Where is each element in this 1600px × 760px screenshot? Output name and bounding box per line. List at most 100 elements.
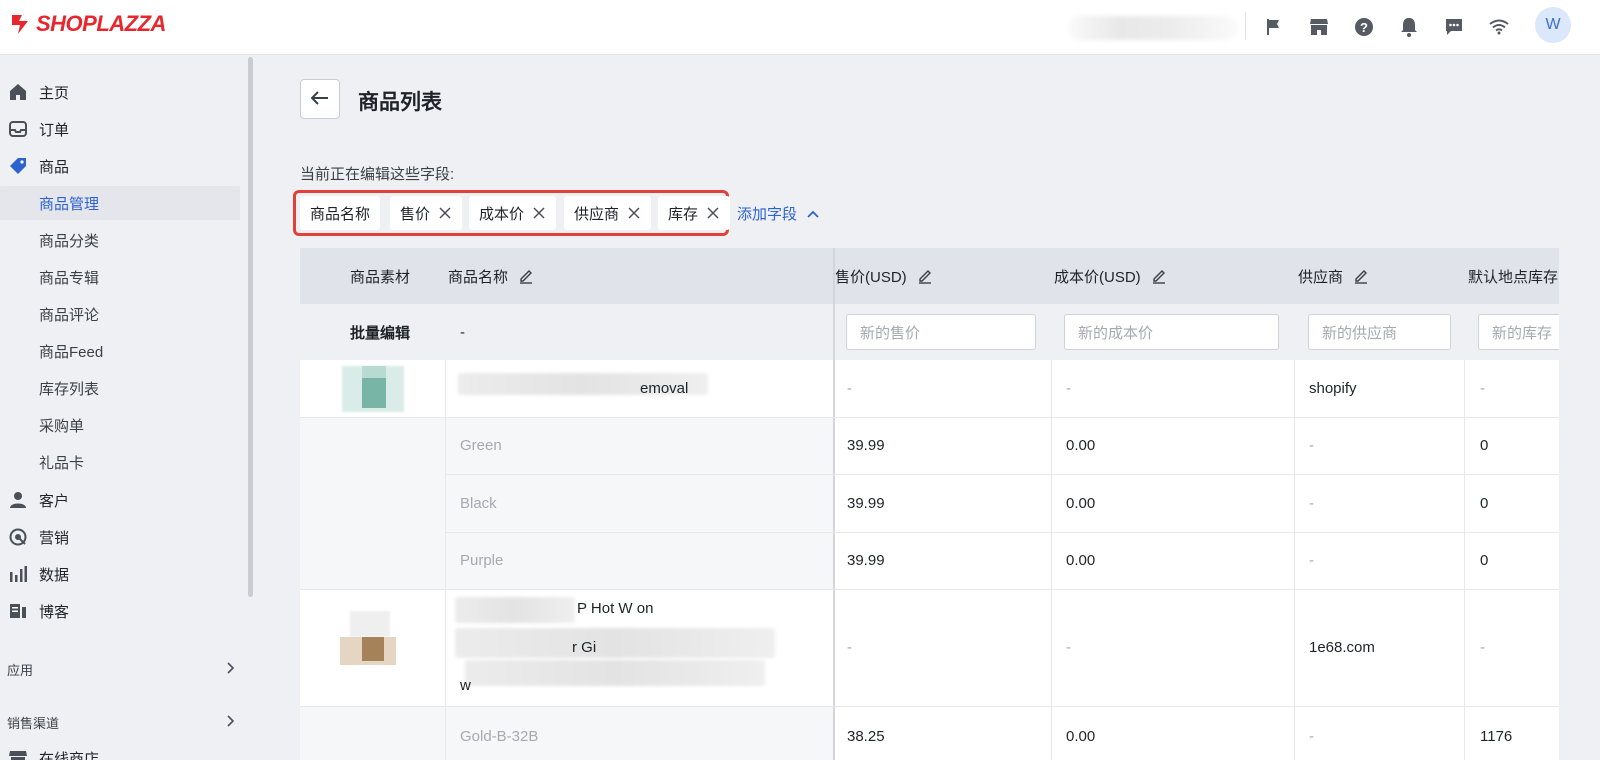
row-price[interactable]: 39.99 <box>847 532 885 589</box>
row-cost[interactable]: 0.00 <box>1066 417 1095 474</box>
row-vendor[interactable]: - <box>1309 417 1314 474</box>
row-cost[interactable]: - <box>1066 360 1071 417</box>
col-divider <box>1294 360 1295 760</box>
sidebar-section-apps[interactable]: 应用 <box>7 654 235 684</box>
row-stock[interactable]: 0 <box>1480 417 1488 474</box>
sidebar-item-blog[interactable]: 博客 <box>0 594 240 628</box>
row-stock[interactable]: - <box>1480 360 1485 417</box>
wifi-icon[interactable] <box>1485 13 1513 41</box>
shoplazza-logo[interactable]: SHOPLAZZA <box>8 11 166 37</box>
row-stock[interactable]: 1176 <box>1480 706 1512 760</box>
batch-name-value: - <box>460 323 465 341</box>
sidebar-scrollbar[interactable] <box>248 57 253 597</box>
sidebar-sub-product-feed[interactable]: 商品Feed <box>0 334 240 368</box>
shop-icon <box>8 748 28 760</box>
row-stock[interactable]: - <box>1480 589 1485 706</box>
home-icon <box>8 82 28 102</box>
help-icon[interactable]: ? <box>1350 13 1378 41</box>
header-media: 商品素材 <box>350 268 411 286</box>
back-button[interactable] <box>300 79 340 119</box>
row-stock[interactable]: 0 <box>1480 532 1488 589</box>
row-price[interactable]: - <box>847 589 852 706</box>
chat-icon[interactable] <box>1440 13 1468 41</box>
sidebar-item-online-store[interactable]: 在线商店 <box>0 741 240 760</box>
row-vendor[interactable]: - <box>1309 532 1314 589</box>
add-field-button[interactable]: 添加字段 <box>737 203 819 224</box>
row-price[interactable]: 39.99 <box>847 417 885 474</box>
batch-cost-input[interactable]: 新的成本价 <box>1064 314 1279 350</box>
topbar-divider <box>1245 12 1246 40</box>
product-thumbnail[interactable] <box>342 366 404 412</box>
batch-stock-input[interactable]: 新的库存 <box>1478 314 1559 350</box>
row-price[interactable]: 39.99 <box>847 474 885 532</box>
field-tag-price: 售价 <box>390 196 463 230</box>
header-vendor-label: 供应商 <box>1298 268 1344 286</box>
section-label: 应用 <box>7 662 34 678</box>
header-price: 售价(USD) <box>835 248 933 304</box>
tag-label: 成本价 <box>479 205 525 223</box>
row-divider <box>445 474 1559 475</box>
sidebar-item-home[interactable]: 主页 <box>0 75 240 109</box>
person-icon <box>8 490 28 510</box>
arrow-left-icon <box>310 90 329 108</box>
row-cost[interactable]: 0.00 <box>1066 474 1095 532</box>
row-stock[interactable]: 0 <box>1480 474 1488 532</box>
row-price[interactable]: 38.25 <box>847 706 885 760</box>
sidebar-sub-inventory-list[interactable]: 库存列表 <box>0 371 240 405</box>
chevron-right-icon <box>227 661 235 677</box>
product-name-partial[interactable]: emoval <box>640 360 688 417</box>
row-vendor[interactable]: 1e68.com <box>1309 589 1375 706</box>
sidebar-item-marketing[interactable]: 营销 <box>0 520 240 554</box>
batch-vendor-input[interactable]: 新的供应商 <box>1308 314 1451 350</box>
close-icon[interactable] <box>627 206 641 220</box>
sidebar-item-orders[interactable]: 订单 <box>0 112 240 146</box>
row-cost[interactable]: 0.00 <box>1066 532 1095 589</box>
row-price[interactable]: - <box>847 360 852 417</box>
pencil-icon[interactable] <box>1151 268 1167 284</box>
row-vendor[interactable]: shopify <box>1309 360 1357 417</box>
col-divider <box>1464 360 1465 760</box>
header-name-label: 商品名称 <box>448 268 509 286</box>
batch-price-input[interactable]: 新的售价 <box>846 314 1036 350</box>
product-name-partial[interactable]: P Hot W on <box>577 597 653 619</box>
sidebar-item-customers[interactable]: 客户 <box>0 483 240 517</box>
row-cost[interactable]: 0.00 <box>1066 706 1095 760</box>
close-icon[interactable] <box>706 206 720 220</box>
sidebar-sub-product-collections[interactable]: 商品专辑 <box>0 260 240 294</box>
bell-icon[interactable] <box>1395 13 1423 41</box>
sidebar-sub-product-reviews[interactable]: 商品评论 <box>0 297 240 331</box>
header-price-label: 售价(USD) <box>835 268 907 286</box>
sidebar-sub-purchase-orders[interactable]: 采购单 <box>0 408 240 442</box>
sidebar-item-analytics[interactable]: 数据 <box>0 557 240 591</box>
tag-label: 供应商 <box>574 205 620 223</box>
sidebar-item-products[interactable]: 商品 <box>0 149 240 183</box>
row-cost[interactable]: - <box>1066 589 1071 706</box>
variant-name: Purple <box>460 552 504 569</box>
sidebar-section-sales-channels[interactable]: 销售渠道 <box>7 707 235 737</box>
store-icon[interactable] <box>1305 13 1333 41</box>
product-name-partial: w <box>460 676 471 694</box>
sidebar-sub-product-categories[interactable]: 商品分类 <box>0 223 240 257</box>
product-name-partial: r Gi <box>572 638 597 656</box>
tag-label: 售价 <box>400 205 431 223</box>
store-name-blurred[interactable] <box>1068 16 1238 40</box>
variant-name: Gold-B-32B <box>460 727 539 745</box>
add-field-label: 添加字段 <box>737 206 798 223</box>
header-cost-label: 成本价(USD) <box>1054 268 1141 286</box>
close-icon[interactable] <box>532 206 546 220</box>
bar-chart-icon <box>8 564 28 584</box>
user-avatar[interactable]: W <box>1535 7 1571 43</box>
row-vendor[interactable]: - <box>1309 706 1314 760</box>
sidebar-sub-gift-cards[interactable]: 礼品卡 <box>0 445 240 479</box>
product-thumbnail[interactable] <box>340 611 400 665</box>
pencil-icon[interactable] <box>518 268 534 284</box>
col-divider <box>1051 360 1052 760</box>
flag-icon[interactable] <box>1260 13 1288 41</box>
sidebar-item-label: 博客 <box>39 603 70 621</box>
field-tag-cost: 成本价 <box>469 196 557 230</box>
pencil-icon[interactable] <box>1353 268 1369 284</box>
sidebar-sub-product-management[interactable]: 商品管理 <box>0 186 240 220</box>
close-icon[interactable] <box>438 206 452 220</box>
row-vendor[interactable]: - <box>1309 474 1314 532</box>
pencil-icon[interactable] <box>917 268 933 284</box>
